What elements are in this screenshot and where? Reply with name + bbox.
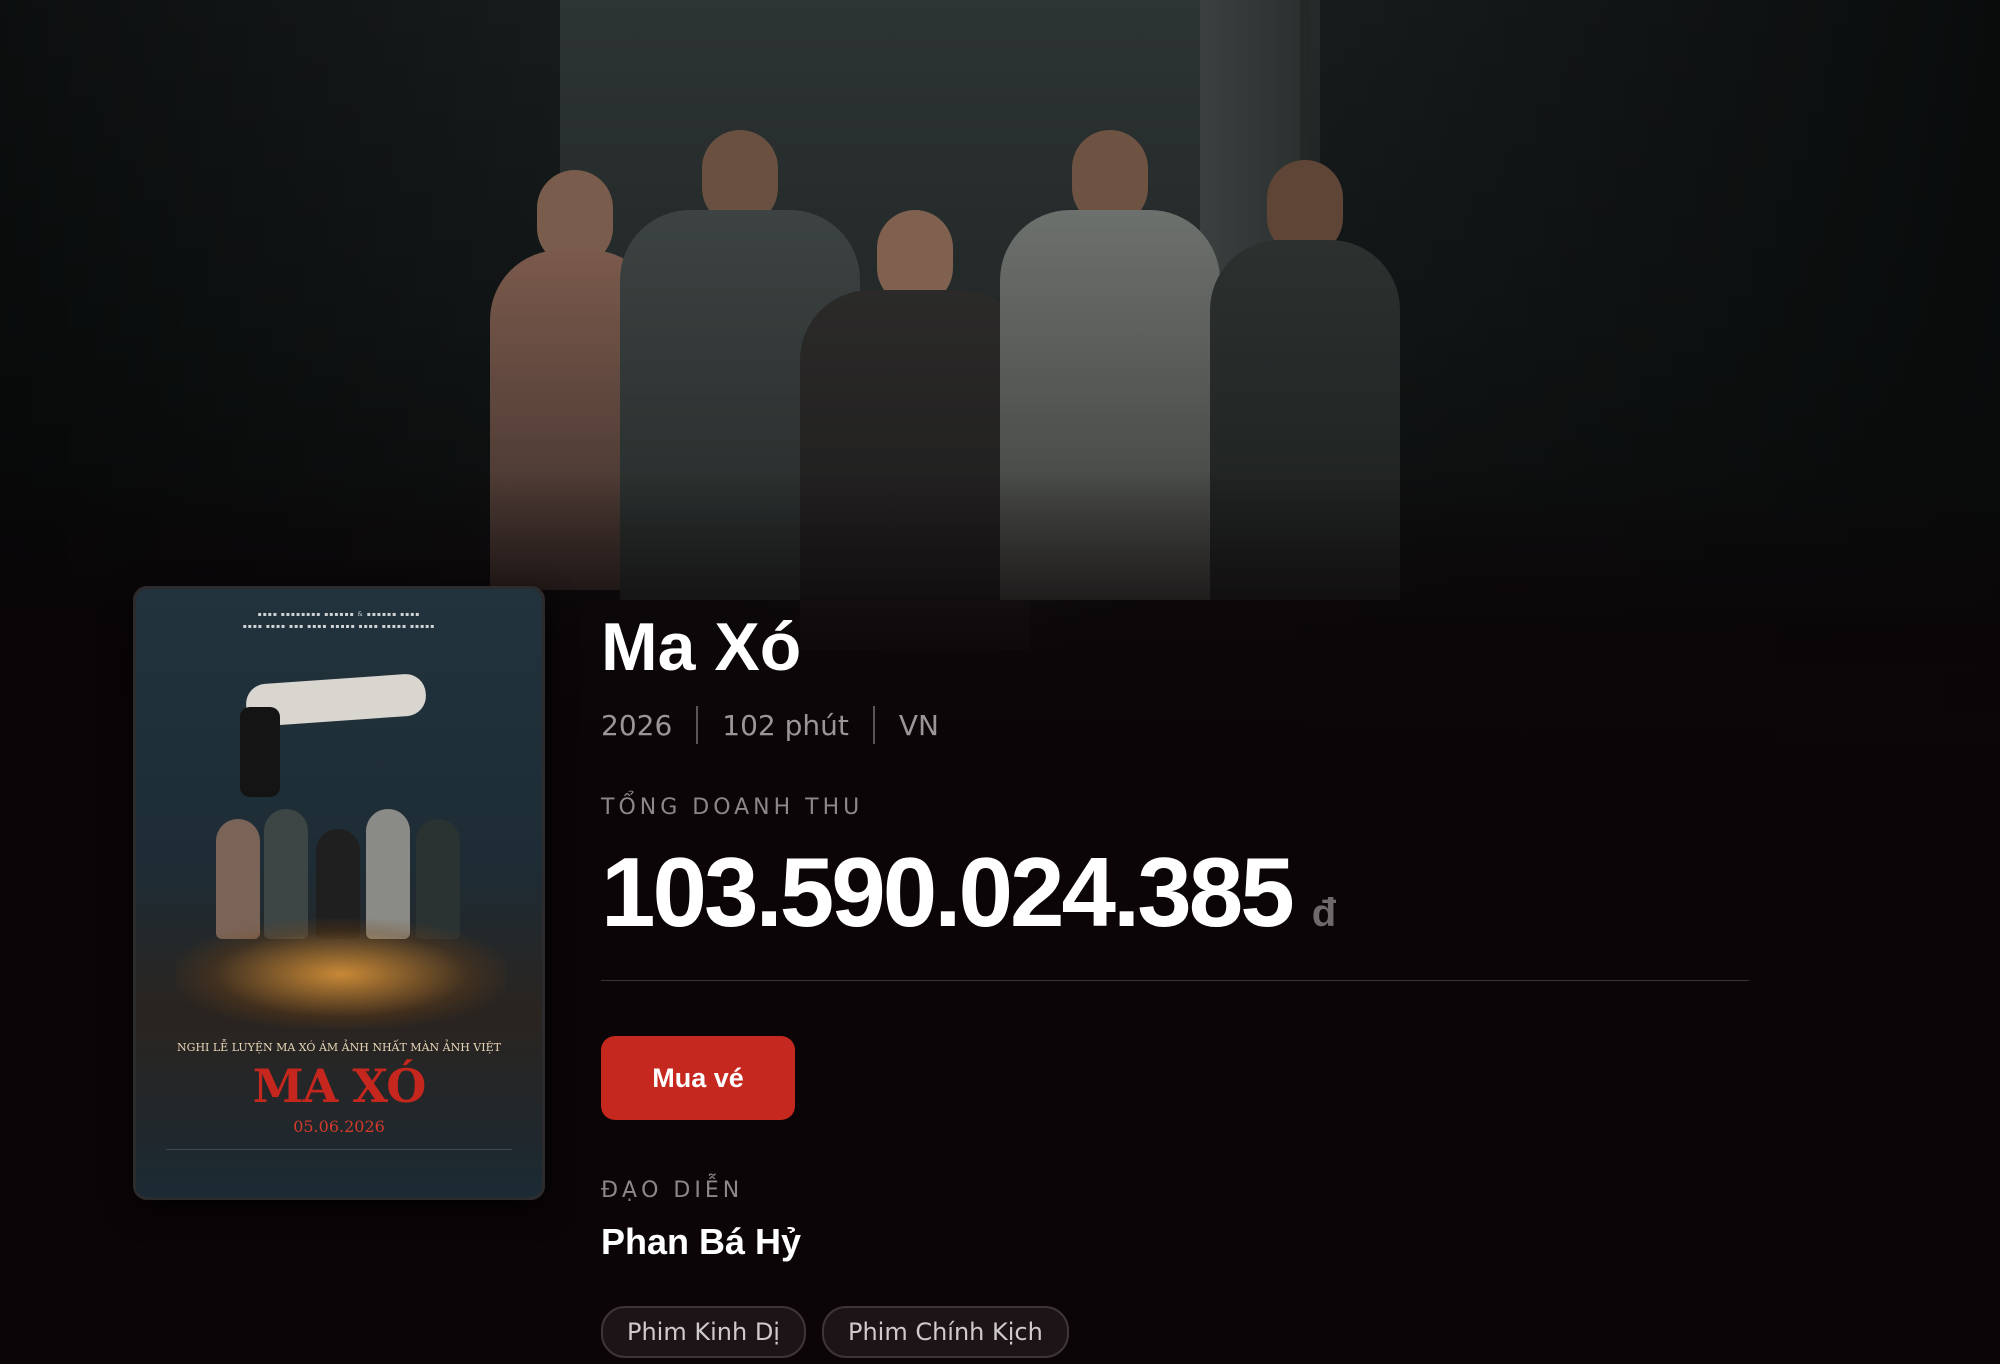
poster-candle-glow (176, 919, 506, 1029)
meta-divider (872, 706, 875, 744)
currency-symbol: đ (1311, 891, 1337, 935)
movie-year: 2026 (601, 708, 673, 742)
poster-credits: ▪▪▪▪ ▪▪▪▪▪▪▪▪ ▪▪▪▪▪▪ & ▪▪▪▪▪▪ ▪▪▪▪ ▪▪▪▪ … (242, 611, 436, 630)
movie-meta: 2026 102 phút VN (601, 706, 939, 744)
poster-date: 05.06.2026 (293, 1117, 385, 1136)
movie-title: Ma Xó (601, 609, 802, 685)
revenue-label: TỔNG DOANH THU (601, 795, 864, 820)
revenue-amount: 103.590.024.385 (601, 837, 1295, 947)
poster-tagline: NGHI LỄ LUYỆN MA XÓ ÁM ẢNH NHẤT MÀN ẢNH … (177, 1041, 501, 1054)
movie-poster[interactable]: ▪▪▪▪ ▪▪▪▪▪▪▪▪ ▪▪▪▪▪▪ & ▪▪▪▪▪▪ ▪▪▪▪ ▪▪▪▪ … (133, 586, 545, 1200)
genre-chip[interactable]: Phim Chính Kịch (821, 1306, 1069, 1358)
movie-country: VN (898, 708, 939, 742)
section-divider (601, 980, 1749, 981)
poster-cast (206, 799, 476, 939)
revenue-total: 103.590.024.385 đ (601, 836, 1336, 949)
genre-chip[interactable]: Phim Kinh Dị (601, 1306, 806, 1358)
buy-ticket-button[interactable]: Mua vé (601, 1036, 795, 1120)
director-name: Phan Bá Hỷ (601, 1221, 802, 1262)
meta-divider (696, 706, 699, 744)
poster-title: MA XÓ (252, 1059, 427, 1113)
genre-list: Phim Kinh Dị Phim Chính Kịch (601, 1306, 1069, 1358)
movie-duration: 102 phút (722, 708, 849, 742)
director-label: ĐẠO DIỄN (601, 1178, 744, 1203)
poster-footer-logos (166, 1149, 512, 1180)
